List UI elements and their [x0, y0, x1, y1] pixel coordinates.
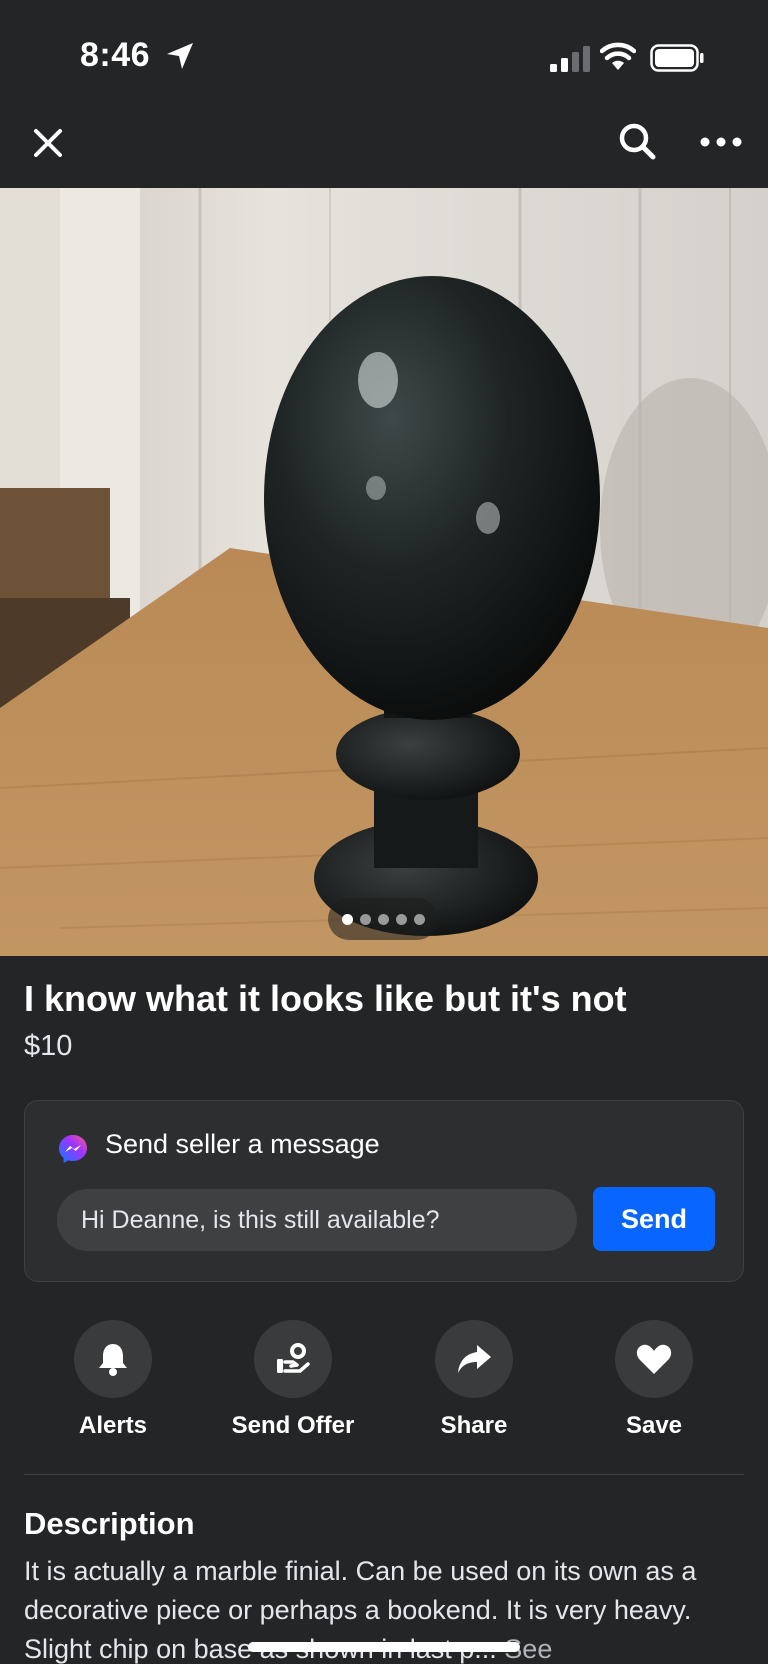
bell-icon [99, 1344, 127, 1376]
close-button[interactable] [28, 118, 68, 168]
status-time: 8:46 [80, 36, 151, 74]
more-options-button[interactable] [694, 122, 748, 162]
send-button[interactable]: Send [593, 1187, 715, 1251]
listing-price: $10 [24, 1030, 73, 1062]
send-offer-label: Send Offer [231, 1412, 355, 1439]
battery-icon [650, 44, 704, 72]
divider [24, 1474, 744, 1475]
description-heading: Description [24, 1506, 195, 1541]
alerts-button[interactable] [74, 1320, 152, 1398]
message-card-heading: Send seller a message [105, 1129, 380, 1159]
carousel-dot [377, 913, 389, 925]
share-icon [458, 1345, 491, 1373]
message-input[interactable] [57, 1189, 577, 1251]
message-seller-card: Send seller a message Send [24, 1100, 744, 1282]
carousel-dot [359, 913, 371, 925]
save-label: Save [625, 1412, 683, 1439]
save-button[interactable] [615, 1320, 693, 1398]
offer-icon [277, 1343, 310, 1373]
close-icon [34, 129, 62, 157]
save-action[interactable]: Save [574, 1320, 734, 1450]
more-icon [700, 137, 742, 147]
carousel-dot [395, 913, 407, 925]
carousel-dot [413, 913, 425, 925]
alerts-label: Alerts [78, 1412, 148, 1439]
alerts-action[interactable]: Alerts [33, 1320, 193, 1450]
share-action[interactable]: Share [394, 1320, 554, 1450]
listing-photo-image [0, 188, 768, 956]
search-button[interactable] [612, 116, 662, 166]
share-button[interactable] [435, 1320, 513, 1398]
wifi-icon [600, 42, 636, 70]
carousel-dot [341, 913, 353, 925]
home-indicator [248, 1642, 520, 1652]
listing-photo[interactable] [0, 188, 768, 956]
listing-title: I know what it looks like but it's not [24, 978, 627, 1019]
messenger-icon [59, 1135, 87, 1163]
search-icon [619, 123, 656, 160]
send-offer-action[interactable]: Send Offer [213, 1320, 373, 1450]
send-offer-button[interactable] [254, 1320, 332, 1398]
top-nav [0, 110, 768, 188]
share-label: Share [440, 1412, 508, 1439]
carousel-indicator [328, 898, 438, 940]
location-arrow-icon [167, 43, 193, 69]
cellular-signal-icon [550, 46, 590, 72]
heart-icon [636, 1344, 672, 1374]
status-bar: 8:46 [0, 0, 768, 110]
